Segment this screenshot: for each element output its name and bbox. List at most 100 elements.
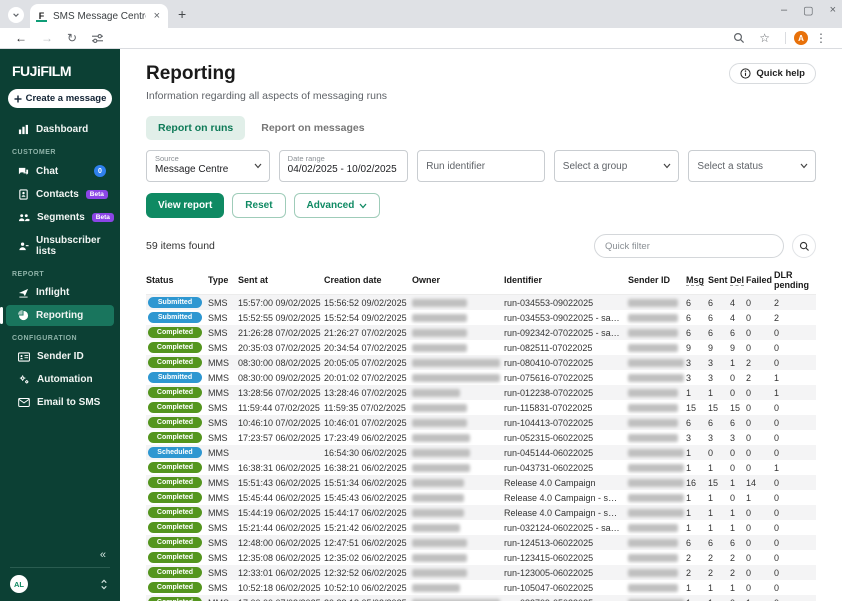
up-down-chevron-icon[interactable] xyxy=(100,579,108,590)
column-header-msg[interactable]: Msg xyxy=(686,275,704,285)
failed-count-cell: 0 xyxy=(746,418,774,428)
tab-close-icon[interactable]: × xyxy=(152,10,162,22)
failed-count-cell: 1 xyxy=(746,598,774,601)
table-row[interactable]: CompletedSMS21:26:28 07/02/202521:26:27 … xyxy=(146,325,816,340)
chevron-down-icon xyxy=(663,163,671,169)
table-row[interactable]: CompletedMMS08:30:00 08/02/202520:05:05 … xyxy=(146,355,816,370)
column-header-owner[interactable]: Owner xyxy=(412,275,504,285)
sidebar-item-email-to-sms[interactable]: Email to SMS xyxy=(6,392,114,413)
browser-tab[interactable]: F SMS Message Centre × xyxy=(30,4,168,28)
table-row[interactable]: CompletedMMS13:28:56 07/02/202513:28:46 … xyxy=(146,385,816,400)
table-row[interactable]: CompletedSMS12:33:01 06/02/202512:32:52 … xyxy=(146,565,816,580)
back-button[interactable]: ← xyxy=(15,32,27,44)
owner-redacted-text xyxy=(412,389,460,397)
advanced-button[interactable]: Advanced xyxy=(294,193,381,218)
table-row[interactable]: SubmittedMMS08:30:00 09/02/202520:01:02 … xyxy=(146,370,816,385)
date-range-field[interactable]: Date range 04/02/2025 - 10/02/2025 xyxy=(279,150,409,182)
table-row[interactable]: CompletedSMS10:46:10 07/02/202510:46:01 … xyxy=(146,415,816,430)
reset-button[interactable]: Reset xyxy=(232,193,285,218)
quick-filter-input[interactable] xyxy=(594,234,784,258)
failed-count-cell: 0 xyxy=(746,538,774,548)
tune-icon[interactable] xyxy=(91,33,104,44)
zoom-icon[interactable] xyxy=(733,32,745,44)
sidebar-item-reporting[interactable]: Reporting xyxy=(6,305,114,326)
table-row[interactable]: CompletedMMS15:45:44 06/02/202515:45:43 … xyxy=(146,490,816,505)
browser-menu-icon[interactable]: ⋮ xyxy=(815,32,827,44)
chat-count-badge: 0 xyxy=(94,165,106,177)
window-close-button[interactable]: × xyxy=(830,4,836,17)
creation-date-cell: 15:51:34 06/02/2025 xyxy=(324,478,412,488)
table-row[interactable]: CompletedSMS11:59:44 07/02/202511:59:35 … xyxy=(146,400,816,415)
window-maximize-button[interactable]: ▢ xyxy=(803,4,813,17)
column-header-identifier[interactable]: Identifier xyxy=(504,275,628,285)
column-header-failed[interactable]: Failed xyxy=(746,275,774,285)
sidebar-item-segments[interactable]: Segments Beta xyxy=(6,207,114,228)
quick-help-button[interactable]: Quick help xyxy=(729,63,816,84)
source-select[interactable]: Source Message Centre xyxy=(146,150,270,182)
sidebar-item-automation[interactable]: Automation xyxy=(6,369,114,390)
table-row[interactable]: CompletedMMS15:44:19 06/02/202515:44:17 … xyxy=(146,505,816,520)
column-header-creation-date[interactable]: Creation date xyxy=(324,275,412,285)
column-header-sent-at[interactable]: Sent at xyxy=(238,275,324,285)
window-minimize-button[interactable]: – xyxy=(781,4,787,17)
status-badge: Completed xyxy=(148,507,202,518)
user-avatar[interactable]: AL xyxy=(10,575,28,593)
table-row[interactable]: CompletedSMS17:23:57 06/02/202517:23:49 … xyxy=(146,430,816,445)
search-button[interactable] xyxy=(792,234,816,258)
reload-button[interactable]: ↻ xyxy=(67,32,77,44)
bookmark-star-icon[interactable]: ☆ xyxy=(759,32,770,44)
identifier-cell: Release 4.0 Campaign xyxy=(504,478,628,488)
table-row[interactable]: CompletedSMS15:21:44 06/02/202515:21:42 … xyxy=(146,520,816,535)
sidebar-item-inflight[interactable]: Inflight xyxy=(6,282,114,303)
create-message-button[interactable]: Create a message xyxy=(8,89,112,108)
tab-report-on-messages[interactable]: Report on messages xyxy=(249,116,376,140)
forward-button[interactable]: → xyxy=(41,32,53,44)
table-row[interactable]: SubmittedSMS15:57:00 09/02/202515:56:52 … xyxy=(146,295,816,310)
sidebar-collapse-button[interactable]: « xyxy=(0,549,120,567)
owner-redacted-text xyxy=(412,344,467,352)
view-report-button[interactable]: View report xyxy=(146,193,224,218)
tab-search-button[interactable] xyxy=(8,7,24,23)
sidebar-item-dashboard[interactable]: Dashboard xyxy=(6,119,114,140)
column-header-type[interactable]: Type xyxy=(208,275,238,285)
table-row[interactable]: ScheduledMMS16:54:30 06/02/2025run-04514… xyxy=(146,445,816,460)
status-badge: Submitted xyxy=(148,297,202,308)
run-identifier-input[interactable]: Run identifier xyxy=(417,150,545,182)
sent-count-cell: 2 xyxy=(708,553,730,563)
table-row[interactable]: CompletedSMS12:35:08 06/02/202512:35:02 … xyxy=(146,550,816,565)
new-tab-button[interactable]: + xyxy=(178,6,186,22)
msg-count-cell: 1 xyxy=(686,523,708,533)
sidebar-item-contacts[interactable]: Contacts Beta xyxy=(6,184,114,205)
failed-count-cell: 0 xyxy=(746,433,774,443)
creation-date-cell: 16:54:30 06/02/2025 xyxy=(324,448,412,458)
dlr-pending-cell: 0 xyxy=(774,508,816,518)
msg-count-cell: 1 xyxy=(686,583,708,593)
table-row[interactable]: CompletedMMS15:51:43 06/02/202515:51:34 … xyxy=(146,475,816,490)
table-row[interactable]: CompletedSMS10:52:18 06/02/202510:52:10 … xyxy=(146,580,816,595)
status-select[interactable]: Select a status xyxy=(688,150,816,182)
group-select[interactable]: Select a group xyxy=(554,150,680,182)
sidebar-item-sender-id[interactable]: Sender ID xyxy=(6,346,114,367)
table-row[interactable]: CompletedMMS17:00:00 07/02/202520:28:18 … xyxy=(146,595,816,601)
status-badge: Completed xyxy=(148,357,202,368)
profile-avatar[interactable]: A xyxy=(794,31,808,45)
table-row[interactable]: CompletedSMS12:48:00 06/02/202512:47:51 … xyxy=(146,535,816,550)
sidebar-item-unsubscriber-lists[interactable]: Unsubscriber lists xyxy=(6,230,114,262)
column-header-status[interactable]: Status xyxy=(146,275,208,285)
column-header-sender-id[interactable]: Sender ID xyxy=(628,275,686,285)
dlr-pending-cell: 0 xyxy=(774,448,816,458)
owner-redacted-text xyxy=(412,404,467,412)
column-header-sent[interactable]: Sent xyxy=(708,275,730,285)
owner-redacted-text xyxy=(412,539,467,547)
column-header-del[interactable]: Del xyxy=(730,275,744,285)
column-header-dlr-pending[interactable]: DLR pending xyxy=(774,270,816,290)
table-row[interactable]: CompletedSMS20:35:03 07/02/202520:34:54 … xyxy=(146,340,816,355)
tab-report-on-runs[interactable]: Report on runs xyxy=(146,116,245,140)
table-row[interactable]: SubmittedSMS15:52:55 09/02/202515:52:54 … xyxy=(146,310,816,325)
dlr-pending-cell: 0 xyxy=(774,598,816,601)
sender-id-cell xyxy=(628,374,686,382)
sidebar-item-chat[interactable]: Chat 0 xyxy=(6,160,114,182)
sender-id-redacted-text xyxy=(628,464,684,472)
table-row[interactable]: CompletedMMS16:38:31 06/02/202516:38:21 … xyxy=(146,460,816,475)
create-message-label: Create a message xyxy=(26,93,107,104)
